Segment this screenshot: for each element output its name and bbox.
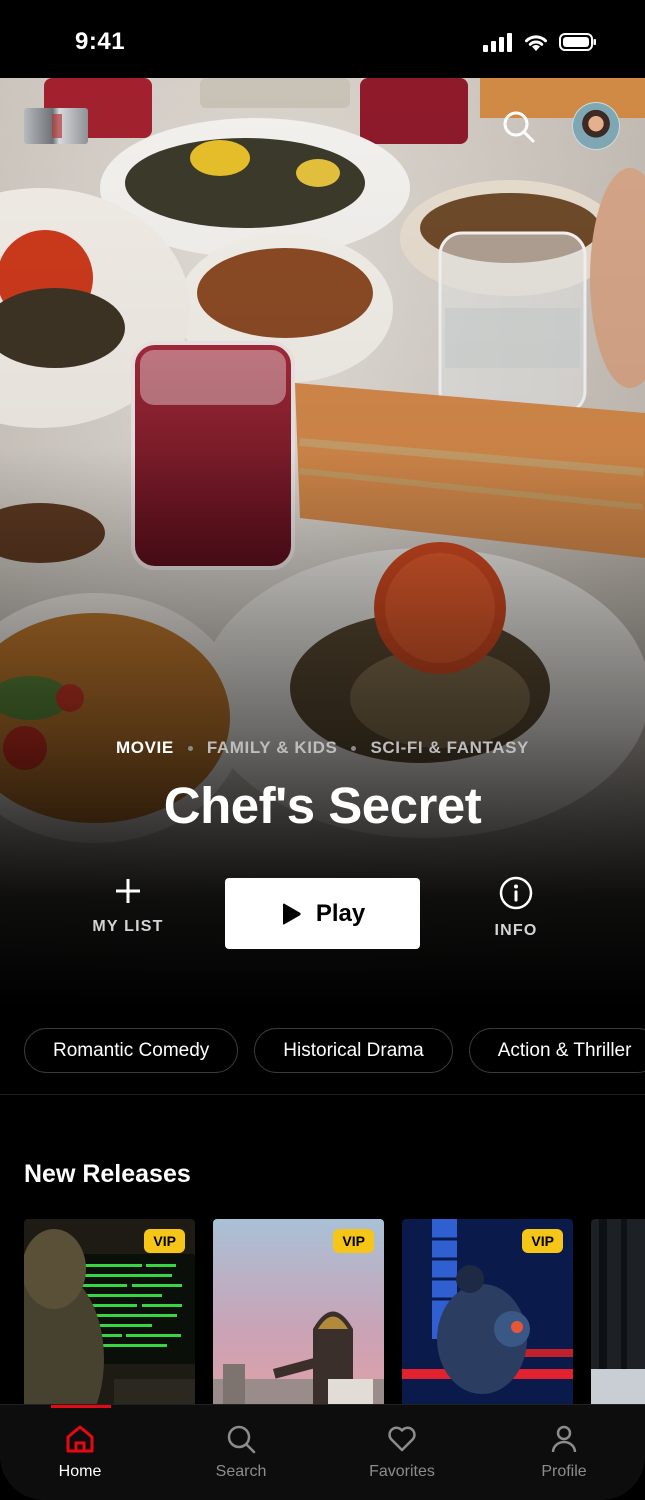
section-divider <box>0 1094 645 1095</box>
info-icon <box>499 876 533 910</box>
info-button[interactable]: INFO <box>470 876 562 940</box>
tab-profile[interactable]: Profile <box>504 1423 624 1481</box>
play-label: Play <box>315 899 366 927</box>
genre-label: FAMILY & KIDS <box>206 738 338 757</box>
heart-icon <box>388 1426 416 1452</box>
tab-favorites[interactable]: Favorites <box>342 1423 462 1481</box>
release-card-hacker[interactable]: VIP <box>24 1219 195 1419</box>
status-bar: 9:41 <box>0 0 645 78</box>
tab-label: Favorites <box>369 1463 435 1480</box>
vip-badge: VIP <box>522 1229 563 1253</box>
genre-label: SCI-FI & FANTASY <box>370 738 529 757</box>
app-logo-icon[interactable] <box>24 108 88 144</box>
chip-romantic-comedy[interactable]: Romantic Comedy <box>24 1028 239 1073</box>
genre-label: MOVIE <box>116 738 174 757</box>
search-icon <box>227 1425 256 1454</box>
tab-search[interactable]: Search <box>181 1423 301 1481</box>
home-icon <box>66 1425 94 1453</box>
category-chips: Romantic Comedy Historical Drama Action … <box>24 1028 645 1073</box>
profile-avatar[interactable] <box>572 102 620 150</box>
vip-badge: VIP <box>144 1229 185 1253</box>
tab-home[interactable]: Home <box>20 1423 140 1481</box>
release-card-astronaut[interactable]: VIP <box>402 1219 573 1419</box>
separator-dot <box>351 745 357 751</box>
wifi-icon <box>525 35 547 51</box>
user-icon <box>551 1425 577 1453</box>
hero-gradient <box>0 78 645 1008</box>
release-card-forest[interactable] <box>591 1219 645 1419</box>
hero-genres: MOVIE FAMILY & KIDS SCI-FI & FANTASY <box>0 738 645 758</box>
new-releases-title: New Releases <box>24 1160 191 1188</box>
status-time: 9:41 <box>75 28 126 55</box>
bottom-tab-bar: Home Search Favorites Profile <box>0 1404 645 1500</box>
phone-screen: 9:41 MOVIE FAMILY & KIDS SCI-FI & FANTAS… <box>0 0 645 1500</box>
vip-badge: VIP <box>333 1229 374 1253</box>
hero-title: Chef's Secret <box>163 777 482 834</box>
battery-icon <box>559 33 596 51</box>
my-list-label: MY LIST <box>92 918 164 935</box>
status-icons <box>483 32 597 52</box>
card-thumbnail <box>591 1219 645 1419</box>
info-label: INFO <box>494 922 538 939</box>
active-tab-indicator <box>51 1405 111 1408</box>
hero-banner[interactable]: MOVIE FAMILY & KIDS SCI-FI & FANTASY Che… <box>0 78 645 1008</box>
signal-icon <box>483 33 512 52</box>
plus-icon <box>116 879 140 903</box>
search-icon[interactable] <box>500 108 538 146</box>
tab-label: Home <box>58 1463 102 1480</box>
release-card-city[interactable]: VIP <box>213 1219 384 1419</box>
my-list-button[interactable]: MY LIST <box>80 876 176 936</box>
tab-label: Profile <box>541 1463 587 1480</box>
chip-action-thriller[interactable]: Action & Thriller <box>468 1028 645 1073</box>
play-icon <box>282 903 301 924</box>
tab-label: Search <box>215 1463 267 1480</box>
chip-historical-drama[interactable]: Historical Drama <box>254 1028 453 1073</box>
separator-dot <box>187 745 193 751</box>
play-button[interactable]: Play <box>225 878 420 949</box>
new-releases-row: VIP VIP VIP <box>24 1219 645 1419</box>
